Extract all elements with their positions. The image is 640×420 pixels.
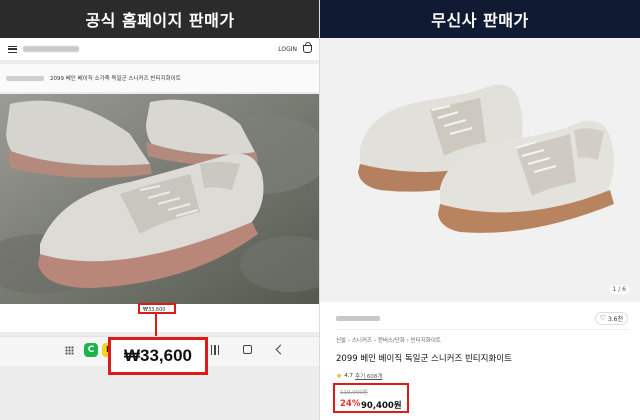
like-button[interactable]: ♡ 3.6천 — [594, 311, 628, 325]
sneaker-product-illustration — [320, 38, 640, 302]
left-bottom-area — [0, 375, 320, 420]
highlight-connector — [155, 314, 157, 338]
brand-row: ♡ 3.6천 — [336, 311, 628, 325]
heart-icon: ♡ — [599, 313, 606, 322]
blurred-brand-logo — [23, 46, 79, 52]
recents-icon[interactable] — [211, 345, 219, 355]
blurred-brand-name — [6, 75, 44, 81]
big-price: ₩33,600 — [123, 346, 193, 365]
back-icon[interactable] — [275, 344, 286, 355]
cart-icon[interactable] — [303, 42, 312, 53]
product-photo[interactable]: 1 / 6 — [320, 38, 640, 302]
rating-value: 4.7 — [344, 373, 354, 379]
login-link[interactable]: LOGIN — [278, 46, 297, 53]
separator — [336, 329, 628, 330]
image-counter: 1 / 6 — [608, 285, 630, 294]
breadcrumb[interactable]: 신발 › 스니커즈 › 캔버스/단화 › 빈티지화이트 — [336, 336, 441, 344]
musinsa-panel: 무신사 판매가 1 / 6 ♡ 3.6천 신발 › 스니커즈 › 캔버스/단화 … — [320, 0, 640, 420]
product-photo[interactable] — [0, 94, 320, 304]
small-price-highlight — [138, 303, 176, 314]
site-header: LOGIN — [0, 38, 320, 60]
sneaker-photo-illustration — [0, 94, 320, 304]
like-count: 3.6천 — [607, 315, 623, 323]
blurred-brand-name[interactable] — [336, 315, 380, 321]
discount-rate: 24% — [340, 399, 361, 409]
apps-grid-icon[interactable] — [65, 346, 74, 355]
rating-row: ★ 4.7 후기 608개 — [336, 372, 382, 380]
review-link[interactable]: 후기 608개 — [355, 372, 382, 380]
product-title: 2099 베인 베이직 소가죽 독일군 스니커즈 빈티지화이트 — [50, 76, 181, 82]
official-homepage-panel: 공식 홈페이지 판매가 LOGIN 2099 베인 베이직 소가죽 독일군 스니… — [0, 0, 320, 420]
product-name: 2099 베인 베이직 독일군 스니커즈 빈티지화이트 — [336, 354, 512, 364]
big-price-highlight: ₩33,600 — [108, 337, 208, 375]
star-icon: ★ — [336, 371, 343, 380]
green-app-icon[interactable]: C — [84, 343, 98, 357]
product-info: ♡ 3.6천 신발 › 스니커즈 › 캔버스/단화 › 빈티지화이트 2099 … — [320, 302, 640, 420]
small-price-strip: ₩33,600 — [0, 303, 320, 332]
hamburger-icon[interactable] — [8, 45, 17, 53]
sale-price: 90,400원 — [361, 401, 402, 411]
price-highlight: 119,000원 24% 90,400원 — [333, 383, 409, 413]
musinsa-price-banner: 무신사 판매가 — [320, 0, 640, 38]
product-title-bar: 2099 베인 베이직 소가죽 독일군 스니커즈 빈티지화이트 — [0, 64, 320, 92]
official-price-banner: 공식 홈페이지 판매가 — [0, 0, 320, 38]
original-price: 119,000원 — [340, 390, 368, 396]
home-icon[interactable] — [243, 345, 252, 354]
